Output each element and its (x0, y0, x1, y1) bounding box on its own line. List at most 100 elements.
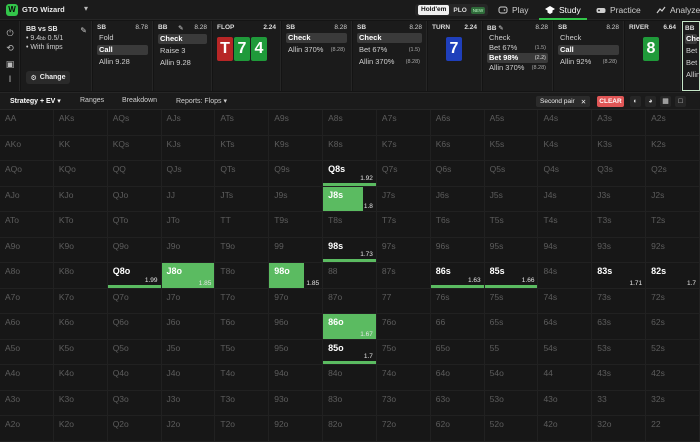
pencil-icon[interactable]: ✎ (498, 25, 503, 32)
hand-cell-86o[interactable]: 86o 1.67 (323, 314, 377, 340)
action-fold[interactable]: Fold (97, 33, 148, 43)
hand-cell-54o[interactable]: 54o (484, 365, 539, 391)
hand-cell-q9o[interactable]: Q9o (107, 237, 162, 264)
pencil-icon[interactable]: ✎ (80, 26, 87, 35)
cards-icon[interactable]: ▣ (4, 58, 16, 70)
hand-cell-a6s[interactable]: A6s (430, 110, 485, 136)
hand-cell-62s[interactable]: 62s (646, 314, 700, 340)
hand-cell-k3o[interactable]: K3o (53, 390, 108, 417)
hand-cell-52s[interactable]: 52s (646, 339, 700, 366)
hand-cell-aa[interactable]: AA (0, 110, 54, 136)
hand-cell-65s[interactable]: 65s (484, 314, 539, 340)
nav-tab-practice[interactable]: Practice (596, 0, 641, 20)
hand-cell-43o[interactable]: 43o (538, 390, 593, 417)
hand-cell-j2s[interactable]: J2s (646, 186, 700, 213)
hand-cell-q7s[interactable]: Q7s (376, 161, 431, 187)
hand-cell-t7s[interactable]: T7s (376, 212, 431, 238)
action-bet[interactable]: Bet (685, 58, 697, 68)
tab-strategy-ev[interactable]: Strategy + EV ▾ (10, 97, 61, 105)
hand-cell-k2s[interactable]: K2s (646, 135, 700, 162)
hand-cell-t8s[interactable]: T8s (323, 212, 377, 238)
hand-cell-t9o[interactable]: T9o (215, 237, 270, 264)
contrast-icon[interactable]: ◐ (630, 96, 641, 107)
hand-cell-kqs[interactable]: KQs (107, 135, 162, 162)
hand-cell-63o[interactable]: 63o (430, 390, 485, 417)
hand-cell-t3s[interactable]: T3s (592, 212, 647, 238)
hand-cell-a8s[interactable]: A8s (323, 110, 377, 136)
hand-cell-a5s[interactable]: A5s (484, 110, 539, 136)
hand-cell-t3o[interactable]: T3o (215, 390, 270, 417)
hand-cell-22[interactable]: 22 (646, 416, 700, 442)
hand-cell-k4s[interactable]: K4s (538, 135, 593, 162)
hand-cell-95s[interactable]: 95s (484, 237, 539, 264)
history-icon[interactable]: ⟲ (4, 42, 16, 54)
hand-cell-t4o[interactable]: T4o (215, 365, 270, 391)
hand-cell-64o[interactable]: 64o (430, 365, 485, 391)
hand-cell-q8s[interactable]: Q8s 1.92 (323, 161, 377, 187)
hand-cell-87s[interactable]: 87s (376, 263, 431, 289)
hand-cell-aqs[interactable]: AQs (107, 110, 162, 136)
hand-cell-92s[interactable]: 92s (646, 237, 700, 264)
hand-cell-64s[interactable]: 64s (538, 314, 593, 340)
hand-cell-t2s[interactable]: T2s (646, 212, 700, 238)
hand-cell-96o[interactable]: 96o (269, 314, 324, 340)
hand-cell-52o[interactable]: 52o (484, 416, 539, 442)
hand-cell-72o[interactable]: 72o (376, 416, 431, 442)
hand-cell-j9s[interactable]: J9s (269, 186, 324, 213)
hand-cell-q4s[interactable]: Q4s (538, 161, 593, 187)
hand-cell-75s[interactable]: 75s (484, 288, 539, 315)
hand-cell-j6s[interactable]: J6s (430, 186, 485, 213)
hand-cell-73o[interactable]: 73o (376, 390, 431, 417)
action-allin[interactable]: Allin 370% (8.28) (357, 57, 422, 67)
action-bet[interactable]: Bet 67% (1.5) (487, 43, 548, 53)
hand-cell-97s[interactable]: 97s (376, 237, 431, 264)
hand-cell-k5o[interactable]: K5o (53, 339, 108, 366)
hand-cell-99[interactable]: 99 (269, 237, 324, 264)
hand-cell-q3o[interactable]: Q3o (107, 390, 162, 417)
action-check[interactable]: Check (357, 33, 422, 43)
hand-cell-44[interactable]: 44 (538, 365, 593, 391)
action-check[interactable]: Check (158, 34, 207, 44)
pie-icon[interactable]: ◕ (645, 96, 656, 107)
hand-cell-84o[interactable]: 84o (323, 365, 377, 391)
hand-cell-84s[interactable]: 84s (538, 263, 593, 289)
hand-cell-62o[interactable]: 62o (430, 416, 485, 442)
hand-cell-74o[interactable]: 74o (376, 365, 431, 391)
hand-cell-a9o[interactable]: A9o (0, 237, 54, 264)
hand-cell-82o[interactable]: 82o (323, 416, 377, 442)
hand-cell-ajo[interactable]: AJo (0, 186, 54, 213)
hand-cell-tt[interactable]: TT (215, 212, 270, 238)
hand-cell-a8o[interactable]: A8o (0, 263, 54, 289)
hand-cell-a9s[interactable]: A9s (269, 110, 324, 136)
hand-cell-q5o[interactable]: Q5o (107, 339, 162, 366)
hand-cell-j4s[interactable]: J4s (538, 186, 593, 213)
hand-cell-t5o[interactable]: T5o (215, 339, 270, 366)
hand-cell-j7s[interactable]: J7s (376, 186, 431, 213)
hand-cell-k5s[interactable]: K5s (484, 135, 539, 162)
game-type-plo[interactable]: PLO (453, 7, 466, 14)
hand-cell-ajs[interactable]: AJs (161, 110, 216, 136)
hand-cell-j3o[interactable]: J3o (161, 390, 216, 417)
river-board[interactable]: RIVER 6.64 8 (625, 21, 681, 91)
close-icon[interactable]: ✕ (581, 98, 586, 106)
hand-cell-53o[interactable]: 53o (484, 390, 539, 417)
hand-cell-k6s[interactable]: K6s (430, 135, 485, 162)
hand-cell-q4o[interactable]: Q4o (107, 365, 162, 391)
hand-cell-jts[interactable]: JTs (215, 186, 270, 213)
hand-cell-a7s[interactable]: A7s (376, 110, 431, 136)
hand-cell-53s[interactable]: 53s (592, 339, 647, 366)
action-call[interactable]: Call (97, 45, 148, 55)
hand-cell-85o[interactable]: 85o 1.7 (323, 339, 377, 366)
hand-cell-32s[interactable]: 32s (646, 390, 700, 417)
hand-cell-98s[interactable]: 98s 1.73 (323, 237, 377, 264)
hand-cell-aqo[interactable]: AQo (0, 161, 54, 187)
hand-cell-q8o[interactable]: Q8o 1.99 (107, 263, 162, 289)
hand-cell-q2o[interactable]: Q2o (107, 416, 162, 442)
chevron-down-icon[interactable]: ▾ (84, 4, 88, 13)
hand-cell-t9s[interactable]: T9s (269, 212, 324, 238)
grid-icon[interactable]: ▦ (660, 96, 671, 107)
hand-cell-92o[interactable]: 92o (269, 416, 324, 442)
hand-cell-kto[interactable]: KTo (53, 212, 108, 238)
hand-cell-33[interactable]: 33 (592, 390, 647, 417)
hand-cell-a5o[interactable]: A5o (0, 339, 54, 366)
